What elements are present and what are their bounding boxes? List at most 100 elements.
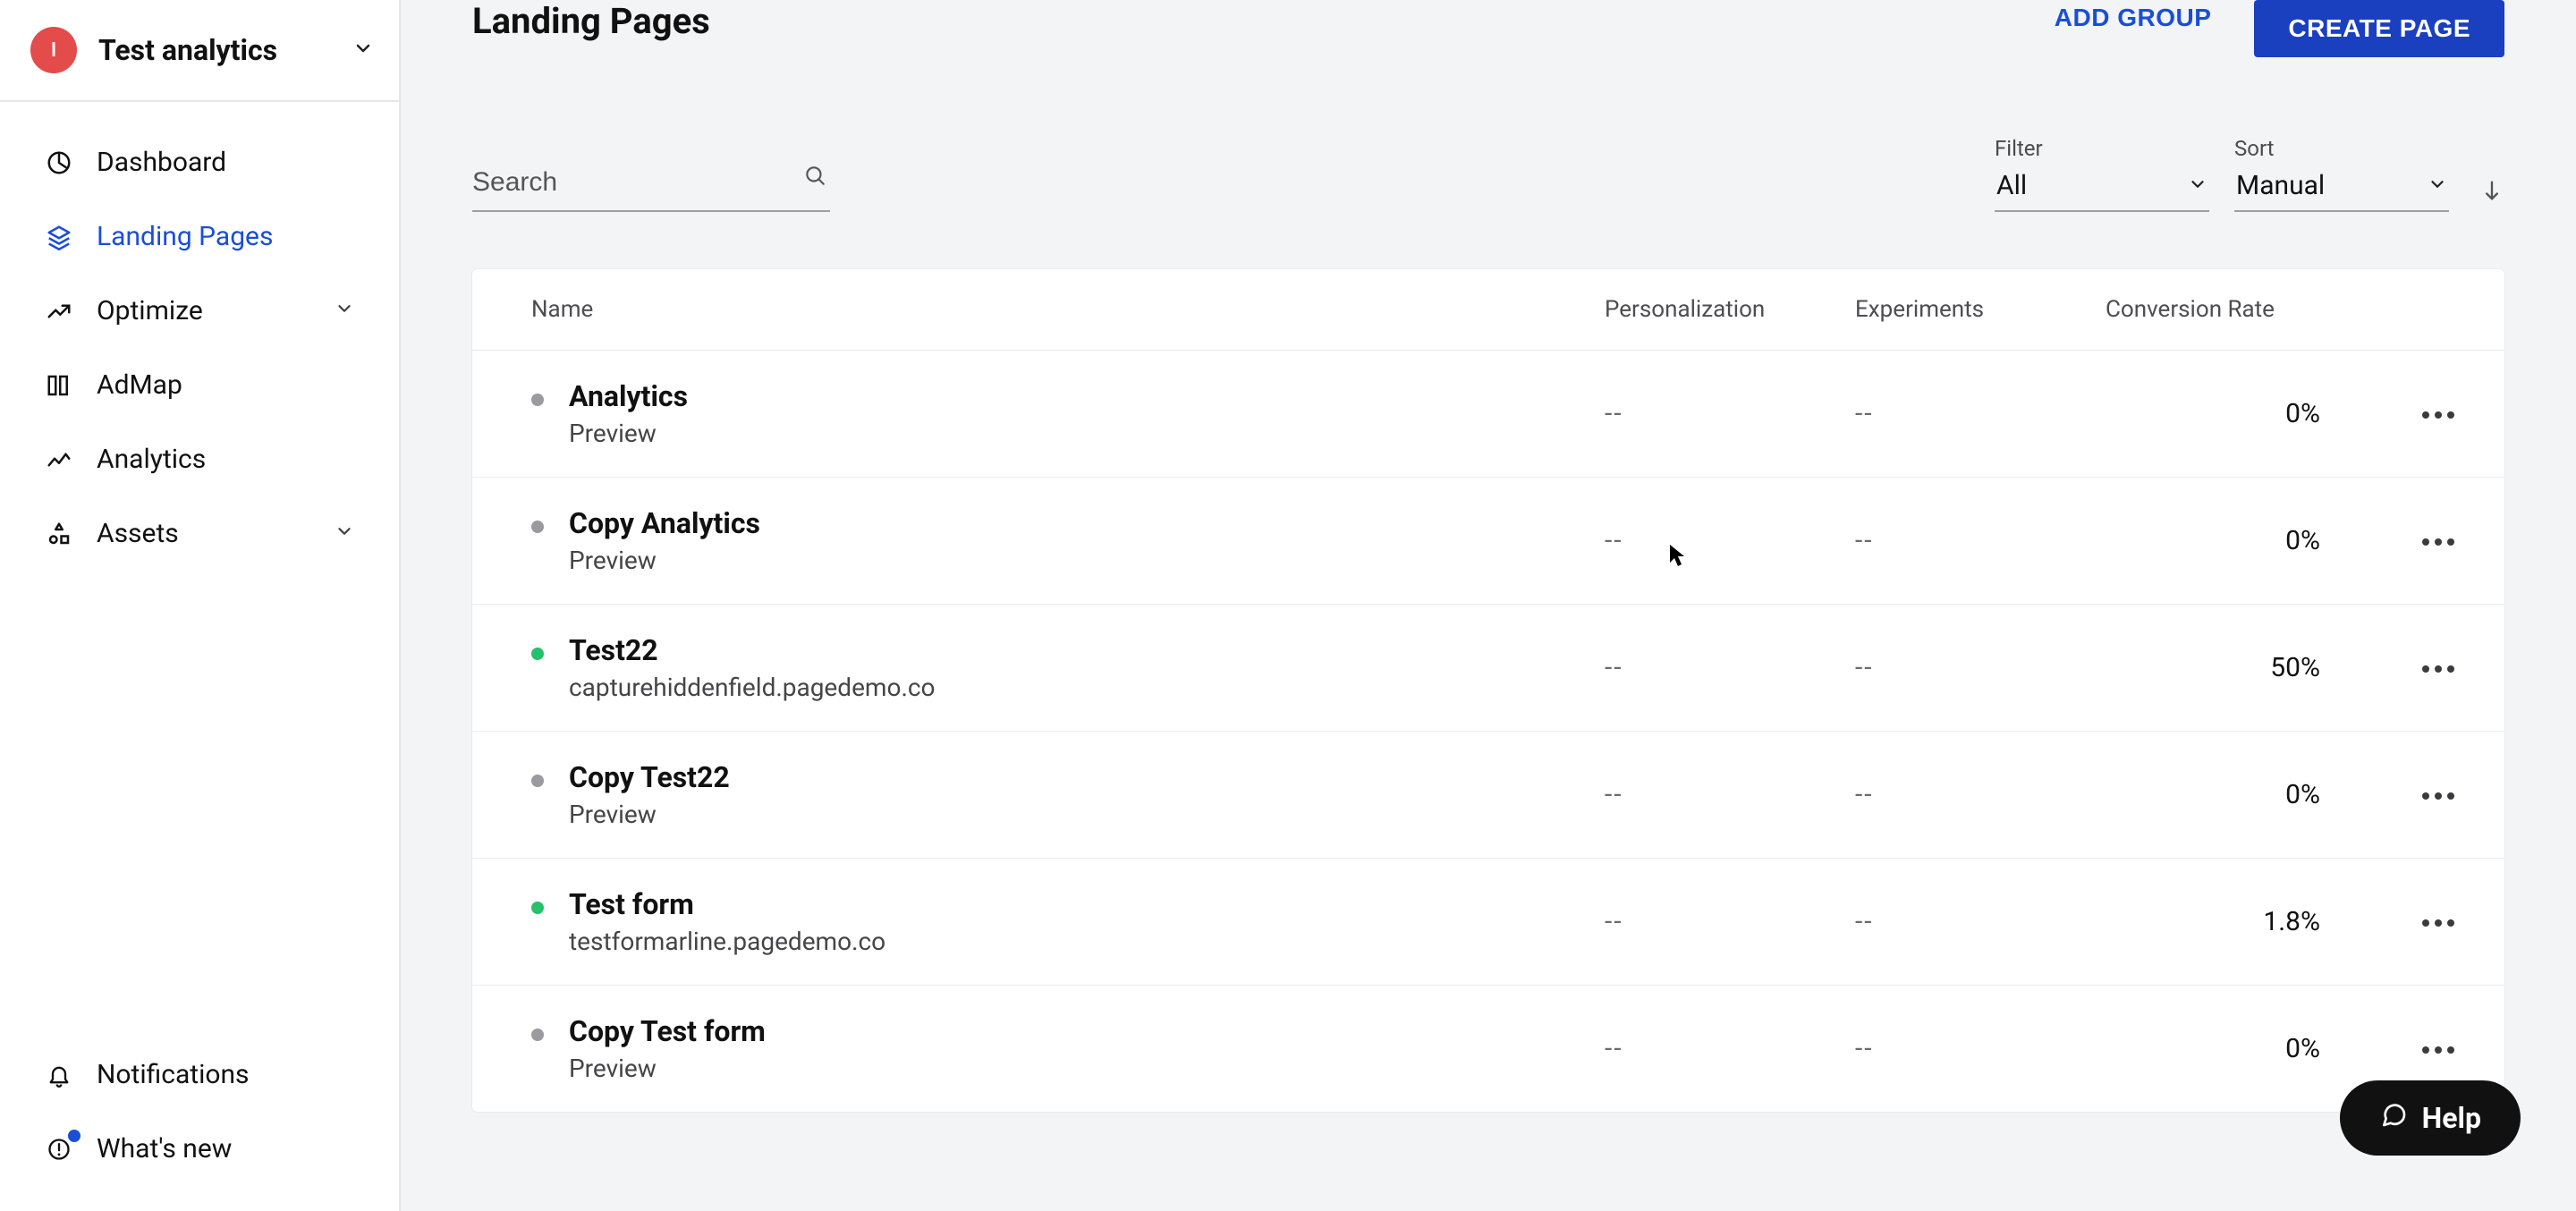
table-row[interactable]: Analytics Preview -- -- 0% — [472, 351, 2504, 478]
filter-control: Filter All — [1995, 136, 2209, 212]
arrow-down-icon — [2479, 178, 2504, 203]
cell-experiments: -- — [1855, 525, 2106, 556]
row-subtext: capturehiddenfield.pagedemo.co — [569, 673, 935, 702]
cell-personalization: -- — [1605, 398, 1855, 429]
th-experiments: Experiments — [1855, 296, 2106, 323]
cell-personalization: -- — [1605, 525, 1855, 556]
search-icon — [803, 164, 826, 191]
bell-icon — [45, 1061, 73, 1089]
sort-select[interactable]: Manual — [2234, 165, 2449, 212]
search-input[interactable] — [472, 160, 830, 210]
status-dot-icon — [531, 775, 544, 787]
status-dot-icon — [531, 1029, 544, 1041]
cell-experiments: -- — [1855, 906, 2106, 937]
sidebar-item-admap[interactable]: AdMap — [0, 348, 399, 422]
cell-experiments: -- — [1855, 1033, 2106, 1064]
chevron-down-icon — [335, 521, 354, 547]
row-more-button[interactable] — [2422, 411, 2454, 419]
page-header: Landing Pages ADD GROUP CREATE PAGE — [472, 0, 2504, 70]
layers-icon — [45, 223, 73, 251]
sidebar-item-label: Assets — [97, 518, 179, 549]
controls-row: Filter All Sort Manual — [472, 136, 2504, 212]
sidebar-bottom: Notifications What's new — [0, 1037, 399, 1211]
sidebar-item-label: AdMap — [97, 369, 182, 401]
status-dot-icon — [531, 394, 544, 406]
table-row[interactable]: Copy Analytics Preview -- -- 0% — [472, 478, 2504, 605]
row-name: Copy Analytics — [569, 506, 760, 540]
cell-conversion: 0% — [2106, 398, 2338, 429]
landing-pages-table: Name Personalization Experiments Convers… — [472, 269, 2504, 1112]
chevron-down-icon — [2428, 170, 2447, 201]
sidebar-item-label: Optimize — [97, 295, 203, 326]
sidebar: I Test analytics Dashboard Landing Pages — [0, 0, 401, 1211]
cell-conversion: 0% — [2106, 525, 2338, 556]
row-subtext: testformarline.pagedemo.co — [569, 927, 886, 956]
row-name: Test22 — [569, 633, 935, 667]
status-dot-icon — [531, 521, 544, 533]
cell-experiments: -- — [1855, 398, 2106, 429]
help-label: Help — [2422, 1101, 2481, 1135]
table-header: Name Personalization Experiments Convers… — [472, 269, 2504, 351]
workspace-name: Test analytics — [98, 33, 277, 67]
main-content: Landing Pages ADD GROUP CREATE PAGE Filt… — [401, 0, 2576, 1211]
chat-icon — [2379, 1100, 2408, 1136]
search-field — [472, 160, 830, 212]
row-more-button[interactable] — [2422, 1046, 2454, 1054]
sort-value: Manual — [2236, 170, 2325, 201]
sidebar-item-dashboard[interactable]: Dashboard — [0, 125, 399, 199]
sidebar-item-assets[interactable]: Assets — [0, 496, 399, 571]
cell-conversion: 50% — [2106, 652, 2338, 683]
create-page-button[interactable]: CREATE PAGE — [2254, 0, 2504, 57]
sidebar-item-label: Landing Pages — [97, 221, 273, 252]
sidebar-item-label: Analytics — [97, 444, 206, 475]
sidebar-item-notifications[interactable]: Notifications — [0, 1037, 399, 1112]
sidebar-item-label: Dashboard — [97, 147, 226, 178]
workspace-switcher[interactable]: I Test analytics — [0, 0, 399, 102]
sidebar-nav: Dashboard Landing Pages Optimize — [0, 102, 399, 1037]
filter-select[interactable]: All — [1995, 165, 2209, 212]
help-button[interactable]: Help — [2340, 1080, 2521, 1156]
page-title: Landing Pages — [472, 0, 710, 42]
row-name: Copy Test22 — [569, 760, 730, 794]
table-row[interactable]: Copy Test form Preview -- -- 0% — [472, 986, 2504, 1112]
cell-personalization: -- — [1605, 779, 1855, 810]
status-dot-icon — [531, 902, 544, 914]
trending-up-icon — [45, 297, 73, 326]
row-more-button[interactable] — [2422, 792, 2454, 800]
table-row[interactable]: Test form testformarline.pagedemo.co -- … — [472, 859, 2504, 986]
whats-new-icon — [45, 1135, 73, 1164]
sidebar-item-label: What's new — [97, 1133, 232, 1164]
cell-personalization: -- — [1605, 1033, 1855, 1064]
add-group-button[interactable]: ADD GROUP — [2055, 0, 2212, 32]
notification-dot-icon — [68, 1130, 80, 1142]
row-more-button[interactable] — [2422, 538, 2454, 546]
sort-direction-button[interactable] — [2479, 178, 2504, 207]
row-subtext: Preview — [569, 546, 760, 575]
chevron-down-icon — [335, 298, 354, 325]
sort-control: Sort Manual — [2234, 136, 2449, 212]
row-more-button[interactable] — [2422, 665, 2454, 673]
row-name: Test form — [569, 887, 886, 921]
th-personalization: Personalization — [1605, 296, 1855, 323]
th-conversion: Conversion Rate — [2106, 296, 2338, 323]
cell-personalization: -- — [1605, 906, 1855, 937]
sidebar-item-label: Notifications — [97, 1059, 250, 1090]
sidebar-item-landing-pages[interactable]: Landing Pages — [0, 199, 399, 274]
chevron-down-icon — [2188, 170, 2207, 201]
row-more-button[interactable] — [2422, 919, 2454, 927]
row-subtext: Preview — [569, 800, 730, 829]
table-row[interactable]: Copy Test22 Preview -- -- 0% — [472, 732, 2504, 859]
row-subtext: Preview — [569, 419, 688, 448]
workspace-avatar: I — [30, 27, 77, 73]
cell-experiments: -- — [1855, 652, 2106, 683]
header-actions: ADD GROUP CREATE PAGE — [2055, 0, 2504, 57]
row-subtext: Preview — [569, 1054, 766, 1083]
sidebar-item-whats-new[interactable]: What's new — [0, 1112, 399, 1186]
workspace-initial: I — [51, 39, 56, 62]
sidebar-item-analytics[interactable]: Analytics — [0, 422, 399, 496]
status-dot-icon — [531, 648, 544, 660]
cell-experiments: -- — [1855, 779, 2106, 810]
table-row[interactable]: Test22 capturehiddenfield.pagedemo.co --… — [472, 605, 2504, 732]
sidebar-item-optimize[interactable]: Optimize — [0, 274, 399, 348]
filter-value: All — [1996, 170, 2027, 201]
